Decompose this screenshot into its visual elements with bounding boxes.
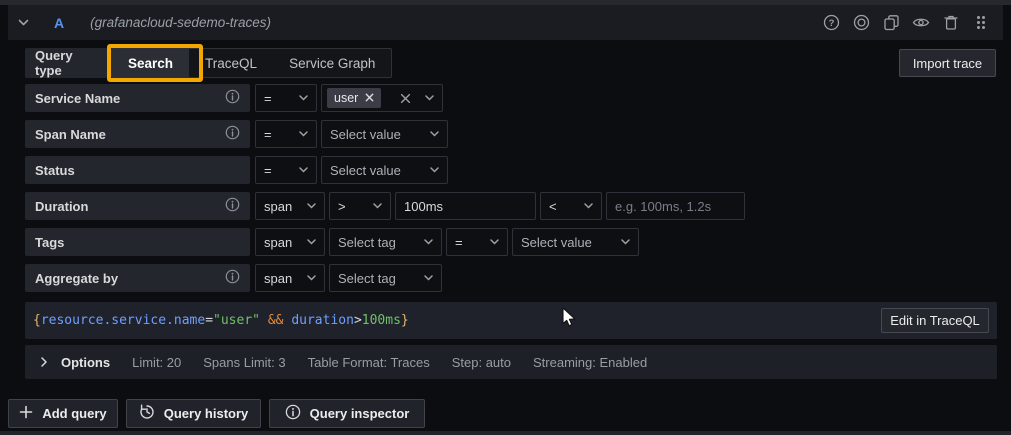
eye-icon [912, 15, 930, 30]
remove-tag-icon[interactable] [365, 91, 374, 105]
tab-search[interactable]: Search [112, 49, 189, 77]
traceql-preview: {resource.service.name="user" && duratio… [25, 302, 997, 339]
chevron-down-icon [291, 131, 308, 137]
bottom-divider [0, 431, 1011, 435]
option-table-format: Table Format: Traces [308, 355, 430, 370]
duration-min-input[interactable] [395, 192, 536, 220]
history-icon [139, 404, 155, 423]
status-label: Status [25, 156, 250, 184]
query-actions: ? [819, 11, 1003, 35]
info-icon[interactable] [225, 89, 240, 107]
question-circle-icon: ? [823, 14, 840, 31]
service-name-label: Service Name [25, 84, 250, 112]
duration-scope-select[interactable]: span [255, 192, 325, 220]
options-bar: Options Limit: 20 Spans Limit: 3 Table F… [25, 345, 997, 379]
remove-query-button[interactable] [939, 11, 963, 35]
chevron-down-icon [18, 15, 29, 30]
tab-traceql[interactable]: TraceQL [189, 49, 273, 77]
span-name-value-select[interactable]: Select value [321, 120, 448, 148]
info-icon[interactable] [225, 197, 240, 215]
info-icon[interactable] [225, 125, 240, 143]
chevron-down-icon [422, 131, 439, 137]
service-name-value-multiselect[interactable]: user [321, 84, 443, 112]
disable-query-button[interactable] [909, 11, 933, 35]
datasource-name: (grafanacloud-sedemo-traces) [90, 15, 271, 30]
add-query-button[interactable]: Add query [8, 399, 118, 428]
aggregate-by-label: Aggregate by [25, 264, 250, 292]
options-toggle[interactable]: Options [41, 355, 110, 370]
duration-max-input[interactable] [606, 192, 745, 220]
collapse-query-button[interactable] [8, 5, 38, 40]
tags-label: Tags [25, 228, 250, 256]
chevron-down-icon [416, 239, 433, 245]
option-spans-limit: Spans Limit: 3 [203, 355, 285, 370]
query-type-tab-group: Search TraceQL Service Graph [111, 48, 392, 78]
query-ref-id: A [54, 15, 64, 31]
plus-icon [19, 405, 33, 422]
query-type-label: Query type [25, 48, 108, 78]
option-step: Step: auto [452, 355, 511, 370]
chevron-down-icon [613, 239, 630, 245]
trash-icon [943, 14, 959, 31]
info-icon[interactable] [225, 269, 240, 287]
chevron-down-icon [291, 167, 308, 173]
selected-tag-user[interactable]: user [327, 88, 381, 108]
chevron-down-icon [417, 95, 434, 101]
tags-scope-select[interactable]: span [255, 228, 325, 256]
help-button[interactable]: ? [819, 11, 843, 35]
duration-lt-operator-select[interactable]: < [540, 192, 602, 220]
duration-label: Duration [25, 192, 250, 220]
aggregate-by-scope-select[interactable]: span [255, 264, 325, 292]
chevron-down-icon [291, 95, 308, 101]
traceql-query-text: {resource.service.name="user" && duratio… [33, 313, 409, 328]
chevron-down-icon [482, 239, 499, 245]
drag-query-handle[interactable] [969, 11, 993, 35]
chevron-down-icon [299, 203, 316, 209]
duration-gt-operator-select[interactable]: > [329, 192, 391, 220]
query-history-button[interactable]: Query history [126, 399, 261, 428]
info-circle-icon [285, 404, 301, 423]
duplicate-query-button[interactable] [879, 11, 903, 35]
copy-icon [883, 14, 900, 31]
query-row-header: A (grafanacloud-sedemo-traces) ? [8, 5, 1003, 40]
option-streaming: Streaming: Enabled [533, 355, 647, 370]
clear-all-icon[interactable] [396, 93, 415, 104]
service-name-operator-select[interactable]: = [255, 84, 317, 112]
datasource-default-button[interactable] [849, 11, 873, 35]
tab-service-graph[interactable]: Service Graph [273, 49, 391, 77]
chevron-down-icon [299, 239, 316, 245]
aggregate-by-tag-select[interactable]: Select tag [329, 264, 442, 292]
chevron-down-icon [365, 203, 382, 209]
chevron-down-icon [416, 275, 433, 281]
svg-text:?: ? [828, 18, 834, 29]
span-name-label: Span Name [25, 120, 250, 148]
option-limit: Limit: 20 [132, 355, 181, 370]
tags-value-select[interactable]: Select value [512, 228, 639, 256]
chevron-down-icon [422, 167, 439, 173]
tags-operator-select[interactable]: = [446, 228, 508, 256]
status-operator-select[interactable]: = [255, 156, 317, 184]
query-inspector-button[interactable]: Query inspector [269, 399, 425, 428]
trace-query-editor: A (grafanacloud-sedemo-traces) ? [0, 0, 1011, 435]
status-value-select[interactable]: Select value [321, 156, 448, 184]
edit-in-traceql-button[interactable]: Edit in TraceQL [881, 308, 989, 333]
tags-tag-select[interactable]: Select tag [329, 228, 442, 256]
chevron-down-icon [576, 203, 593, 209]
target-icon [853, 14, 870, 31]
drag-handle-icon [974, 14, 988, 31]
chevron-down-icon [299, 275, 316, 281]
span-name-operator-select[interactable]: = [255, 120, 317, 148]
chevron-right-icon [41, 355, 47, 370]
import-trace-button[interactable]: Import trace [899, 49, 996, 77]
